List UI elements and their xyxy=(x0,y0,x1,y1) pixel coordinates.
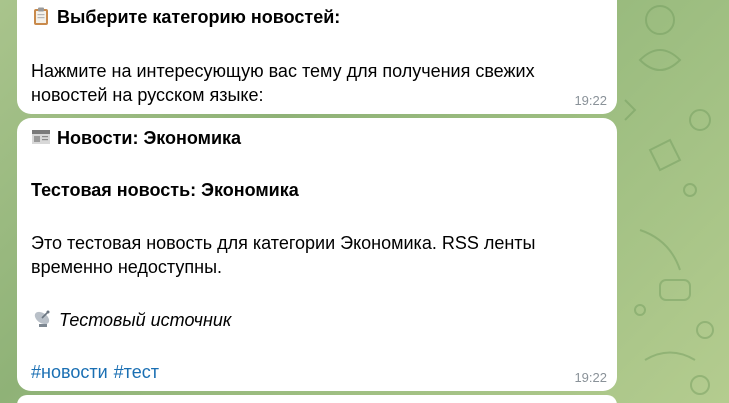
news-source: Тестовый источник xyxy=(59,310,232,330)
satellite-antenna-icon xyxy=(31,309,53,335)
message-bubble-news: Новости: Экономика Тестовая новость: Эко… xyxy=(17,118,617,391)
message-text-line-1: Это тестовая новость для категории Эконо… xyxy=(31,233,536,253)
message-timestamp: 19:22 xyxy=(574,93,607,108)
message-title-row: Выберите категорию новостей: xyxy=(31,5,340,32)
hashtag-row: #новости #тест xyxy=(31,360,159,384)
message-bubble-next xyxy=(17,395,617,403)
message-timestamp: 19:22 xyxy=(574,370,607,385)
newspaper-icon xyxy=(31,127,51,153)
message-text-line-2: временно недоступны. xyxy=(31,257,223,277)
message-title: Новости: Экономика xyxy=(57,128,242,148)
message-text-line-2: новостей на русском языке: xyxy=(31,85,264,105)
message-text-line-1: Нажмите на интересующую вас тему для пол… xyxy=(31,61,535,81)
hashtag-test-link[interactable]: #тест xyxy=(114,362,159,382)
news-source-row: Тестовый источник xyxy=(31,308,231,335)
hashtag-news-link[interactable]: #новости xyxy=(31,362,108,382)
message-title: Выберите категорию новостей: xyxy=(57,7,341,27)
message-title-row: Новости: Экономика xyxy=(31,126,241,153)
news-headline: Тестовая новость: Экономика xyxy=(31,180,299,200)
clipboard-icon xyxy=(31,6,51,32)
message-bubble-category: Выберите категорию новостей: Нажмите на … xyxy=(17,0,617,114)
